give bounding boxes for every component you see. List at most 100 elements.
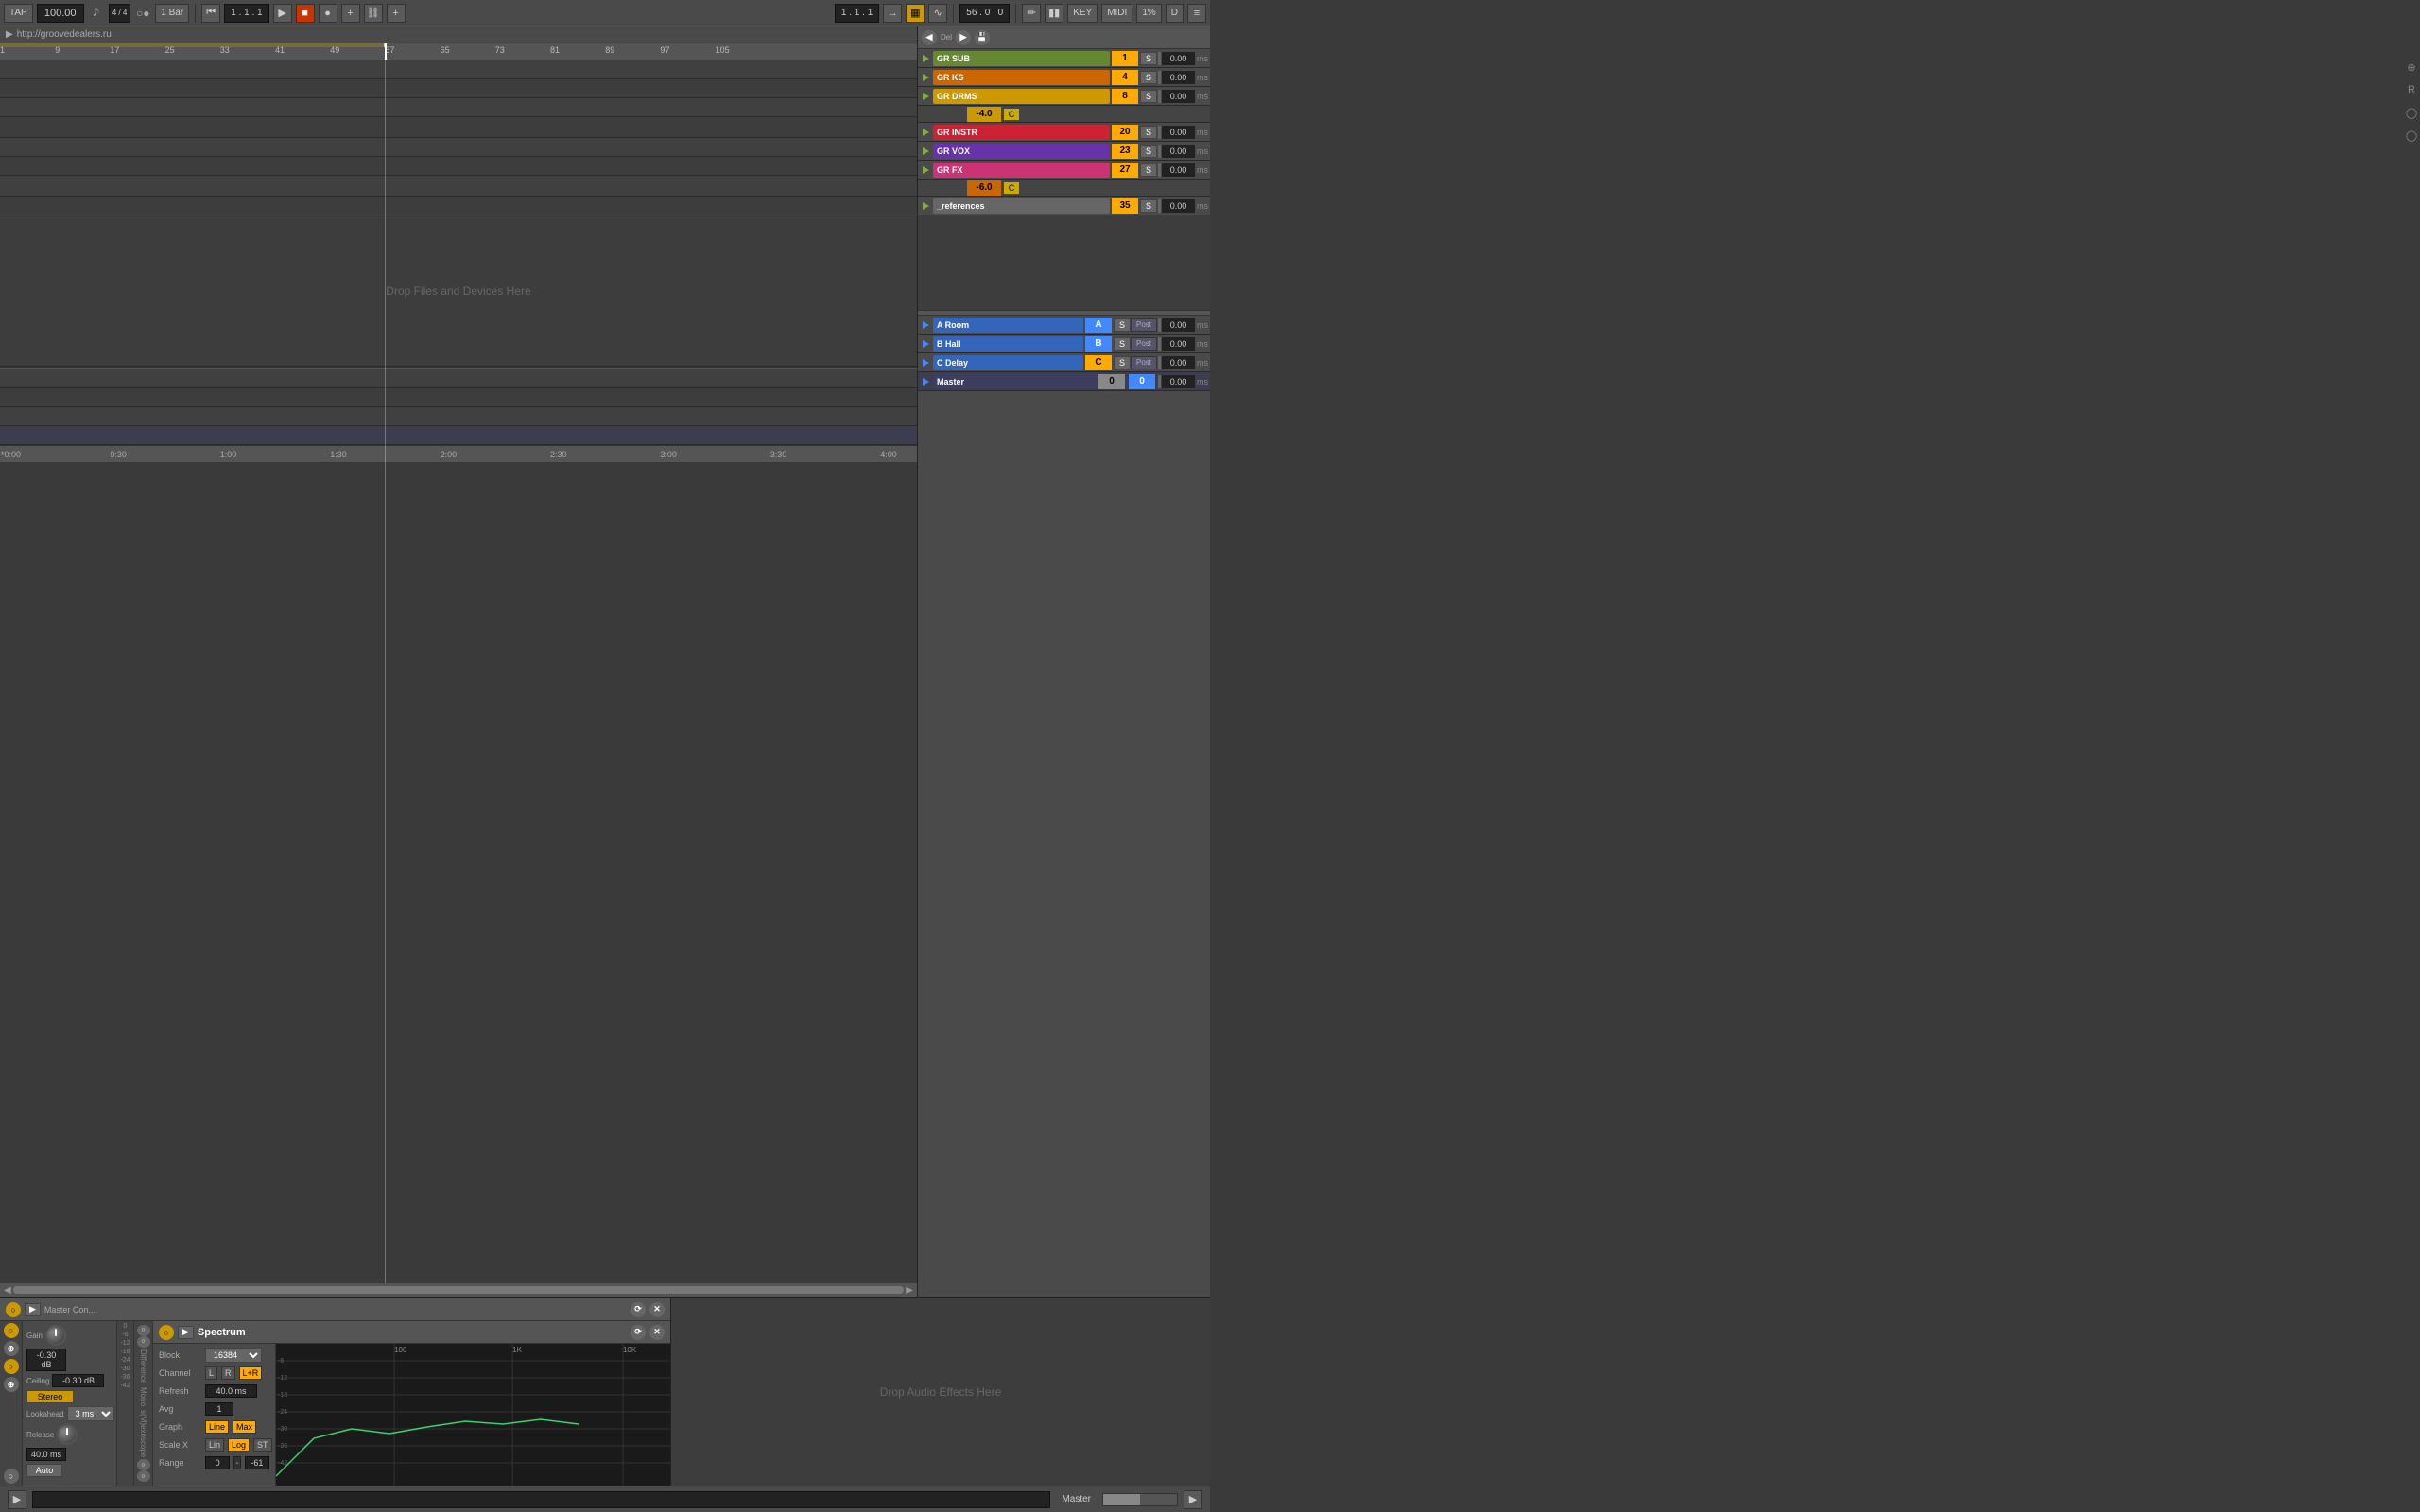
gr-ks-play[interactable] <box>918 70 933 85</box>
comp-icon-4[interactable]: ⊕ <box>4 1377 19 1392</box>
track-area[interactable]: Drop Files and Devices Here *0:00 0:30 1… <box>0 60 917 1283</box>
scope-icon-2[interactable]: ○ <box>137 1470 150 1482</box>
gr-instr-s[interactable]: S <box>1140 126 1157 139</box>
a-room-s[interactable]: S <box>1114 318 1131 332</box>
a-room-play[interactable] <box>918 318 933 333</box>
empty-drop-area[interactable]: Drop Files and Devices Here <box>0 215 917 367</box>
forward-btn[interactable]: ▶ <box>956 30 971 45</box>
c-delay-post[interactable]: Post <box>1131 356 1157 369</box>
bpm-display: 56 . 0 . 0 <box>959 4 1010 23</box>
scroll-right-btn[interactable]: ▶ <box>904 1285 915 1296</box>
bottom-search-input[interactable] <box>32 1491 1050 1508</box>
play-btn[interactable]: ▶ <box>273 4 292 23</box>
gr-drms-play[interactable] <box>918 89 933 104</box>
device-close-btn[interactable]: ✕ <box>649 1302 665 1317</box>
master-vol-fader[interactable] <box>1102 1493 1178 1506</box>
add-btn[interactable]: + <box>341 4 360 23</box>
gain-knob[interactable] <box>45 1325 66 1346</box>
menu-btn[interactable]: ≡ <box>1187 4 1206 23</box>
scale-st-btn[interactable]: ST <box>253 1438 272 1452</box>
comp-icon-2[interactable]: ⊕ <box>4 1341 19 1356</box>
comp-icon-3[interactable]: ○ <box>4 1359 19 1374</box>
gr-sub-play[interactable] <box>918 51 933 66</box>
b-hall-play[interactable] <box>918 336 933 352</box>
spectrum-close-btn[interactable]: ✕ <box>649 1325 665 1340</box>
curve-btn[interactable]: ∿ <box>928 4 947 23</box>
spectrum-play-btn[interactable]: ▶ <box>178 1326 194 1339</box>
c-delay-name: C Delay <box>933 355 1083 370</box>
stop-btn[interactable]: ■ <box>296 4 315 23</box>
pencil-btn[interactable]: ✏ <box>1022 4 1041 23</box>
c-delay-play[interactable] <box>918 355 933 370</box>
loop-arrow-btn[interactable]: → <box>883 4 902 23</box>
references-s[interactable]: S <box>1140 199 1157 213</box>
cpu-btn[interactable]: ▮▮ <box>1045 4 1063 23</box>
device-settings-btn[interactable]: ⟳ <box>631 1302 646 1317</box>
mono-btn[interactable]: ○ <box>137 1336 150 1348</box>
gr-vox-s[interactable]: S <box>1140 145 1157 158</box>
graph-label: Graph <box>159 1422 201 1432</box>
scroll-left-btn[interactable]: ◀ <box>2 1285 13 1296</box>
diff-btn[interactable]: ○ <box>137 1325 150 1336</box>
bar-select[interactable]: 1 Bar <box>155 4 189 23</box>
b-hall-s[interactable]: S <box>1114 337 1131 351</box>
bottom-play-btn[interactable]: ▶ <box>8 1490 26 1509</box>
bottom-right-btn[interactable]: ▶ <box>1184 1490 1202 1509</box>
locator-icon: ▶ <box>6 29 13 40</box>
range-minus-btn[interactable]: - <box>233 1456 241 1469</box>
drop-zone-text: Drop Files and Devices Here <box>386 284 530 298</box>
channel-r-btn[interactable]: R <box>221 1366 235 1380</box>
fx-drop-zone[interactable]: Drop Audio Effects Here <box>671 1298 1210 1486</box>
skip-back-btn[interactable]: ⏮ <box>201 4 220 23</box>
block-row: Block 16384 <box>159 1348 269 1363</box>
device-play-btn[interactable]: ▶ <box>25 1303 41 1316</box>
gr-drms-s[interactable]: S <box>1140 90 1157 103</box>
auto-btn[interactable]: Auto <box>26 1464 62 1477</box>
link-btn[interactable]: ⛓ <box>364 4 383 23</box>
record-btn[interactable]: ● <box>319 4 337 23</box>
channel-lr-btn[interactable]: L+R <box>239 1366 263 1380</box>
spectrum-power-btn[interactable]: ○ <box>159 1325 174 1340</box>
scroll-thumb[interactable] <box>13 1286 905 1294</box>
comp-icon-5[interactable]: ○ <box>4 1469 19 1484</box>
spectrum-settings-btn[interactable]: ⟳ <box>631 1325 646 1340</box>
gr-fx-c-btn[interactable]: C <box>1003 181 1020 195</box>
graph-line-btn[interactable]: Line <box>205 1420 229 1434</box>
gr-ks-s[interactable]: S <box>1140 71 1157 84</box>
plus2-btn[interactable]: + <box>387 4 406 23</box>
gr-instr-play[interactable] <box>918 125 933 140</box>
midi-btn[interactable]: MIDI <box>1101 4 1132 23</box>
a-room-post[interactable]: Post <box>1131 318 1157 332</box>
loop-mode-icon[interactable]: ○● <box>134 5 151 22</box>
channel-l-btn[interactable]: L <box>205 1366 217 1380</box>
stereo-btn[interactable]: Stereo <box>26 1390 74 1403</box>
tempo-input[interactable] <box>37 4 84 23</box>
grid-btn[interactable]: ▦ <box>906 4 925 23</box>
key-btn[interactable]: KEY <box>1067 4 1098 23</box>
graph-max-btn[interactable]: Max <box>233 1420 256 1434</box>
device-power-btn[interactable]: ○ <box>6 1302 21 1317</box>
scale-lin-btn[interactable]: Lin <box>205 1438 224 1452</box>
gr-fx-s[interactable]: S <box>1140 163 1157 177</box>
master-play[interactable] <box>918 374 933 389</box>
scope-icon-1[interactable]: ○ <box>137 1459 150 1470</box>
gr-sub-s[interactable]: S <box>1140 52 1157 65</box>
db-36: -36 <box>120 1374 130 1381</box>
gr-vox-ms: ms <box>1195 146 1210 156</box>
release-knob[interactable] <box>57 1424 78 1445</box>
block-select[interactable]: 16384 <box>205 1348 262 1363</box>
c-delay-s[interactable]: S <box>1114 356 1131 369</box>
comp-power-icon[interactable]: ○ <box>4 1323 19 1338</box>
save-btn[interactable]: 💾 <box>975 30 990 45</box>
scale-log-btn[interactable]: Log <box>228 1438 250 1452</box>
d-btn[interactable]: D <box>1166 4 1184 23</box>
tap-button[interactable]: TAP <box>4 4 33 23</box>
gr-drms-c-btn[interactable]: C <box>1003 108 1020 121</box>
references-play[interactable] <box>918 198 933 214</box>
gr-vox-play[interactable] <box>918 144 933 159</box>
gr-fx-play[interactable] <box>918 163 933 178</box>
b-hall-post[interactable]: Post <box>1131 337 1157 351</box>
h-scrollbar[interactable]: ◀ ▶ <box>0 1283 917 1297</box>
lookahead-select[interactable]: 3 ms <box>67 1406 114 1421</box>
back-btn[interactable]: ◀ <box>922 30 937 45</box>
